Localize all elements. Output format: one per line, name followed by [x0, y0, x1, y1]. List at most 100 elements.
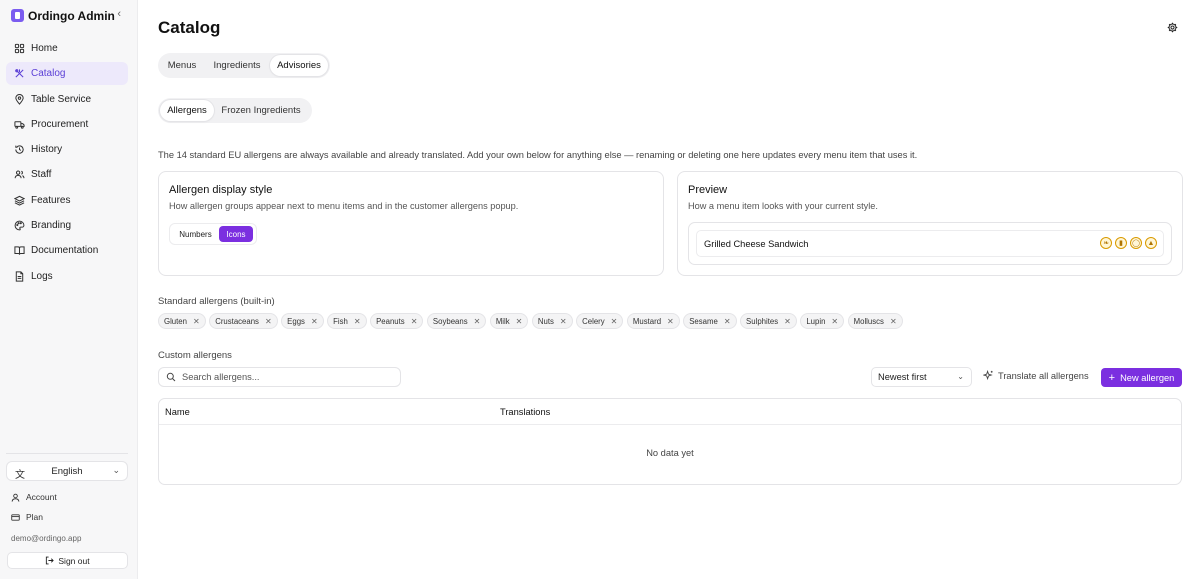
close-icon[interactable]: ✕	[411, 317, 418, 326]
search-input[interactable]	[182, 372, 382, 382]
home-icon	[14, 43, 25, 54]
user-icon	[11, 493, 20, 502]
allergen-name: Celery	[582, 316, 605, 326]
page-title: Catalog	[158, 18, 221, 37]
sign-out-label: Sign out	[58, 555, 90, 566]
new-allergen-button[interactable]: + New allergen	[1101, 368, 1182, 387]
egg-icon: ◯	[1130, 237, 1142, 249]
language-select[interactable]: 文 English ⌄	[6, 461, 128, 481]
allergen-chip: Mustard ✕	[626, 313, 680, 329]
sidebar-item-features[interactable]: Features	[6, 189, 128, 212]
close-icon[interactable]: ✕	[560, 317, 567, 326]
allergen-name: Molluscs	[853, 316, 884, 326]
close-icon[interactable]: ✕	[516, 317, 523, 326]
sidebar-item-label: Logs	[31, 270, 53, 282]
gear-icon	[1167, 22, 1177, 32]
close-icon[interactable]: ✕	[667, 317, 674, 326]
close-icon[interactable]: ✕	[193, 317, 200, 326]
intro-text: The 14 standard EU allergens are always …	[158, 150, 918, 160]
card-subtitle: How a menu item looks with your current …	[688, 201, 878, 211]
allergen-name: Sulphites	[746, 316, 779, 326]
sidebar-item-label: Procurement	[31, 118, 89, 130]
user-email: demo@ordingo.app	[11, 534, 82, 543]
column-header-name: Name	[165, 407, 190, 417]
sidebar-item-home[interactable]: Home	[6, 37, 128, 60]
close-icon[interactable]: ✕	[784, 317, 791, 326]
close-icon[interactable]: ✕	[311, 317, 318, 326]
wheat-icon: ❧	[1100, 237, 1112, 249]
sidebar-item-label: Catalog	[31, 68, 66, 80]
standard-allergen-chips: Gluten ✕ Crustaceans ✕ Eggs ✕ Fish ✕ Peanuts…	[158, 313, 903, 329]
log-out-icon	[46, 556, 55, 565]
tab-ingredients[interactable]: Ingredients	[204, 55, 270, 76]
language-value: English	[51, 465, 83, 477]
close-icon[interactable]: ✕	[724, 317, 731, 326]
allergen-name: Gluten	[164, 316, 187, 326]
sparkles-icon	[983, 370, 993, 381]
catalog-icon	[15, 69, 24, 78]
cheese-icon: ▲	[1145, 237, 1157, 249]
close-icon[interactable]: ✕	[611, 317, 618, 326]
plan-label: Plan	[26, 512, 44, 522]
allergen-name: Soybeans	[432, 316, 468, 326]
column-header-translations: Translations	[500, 407, 551, 417]
allergen-chip: Nuts ✕	[531, 313, 573, 329]
allergen-name: Eggs	[287, 316, 305, 326]
close-icon[interactable]: ✕	[890, 317, 897, 326]
translate-all-button[interactable]: Translate all allergens	[983, 370, 1089, 381]
allergen-icons: ❧ ▮ ◯ ▲	[1100, 237, 1157, 249]
subtab-allergens[interactable]: Allergens	[160, 100, 214, 121]
allergen-chip: Soybeans ✕	[426, 313, 487, 329]
milk-icon: ▮	[1115, 237, 1127, 249]
allergen-chip: Fish ✕	[327, 313, 367, 329]
divider	[6, 453, 128, 454]
card-title: Preview	[688, 184, 728, 196]
truck-icon	[14, 121, 25, 129]
allergen-name: Peanuts	[376, 316, 405, 326]
sidebar-item-history[interactable]: History	[6, 138, 128, 161]
preview-card: Preview How a menu item looks with your …	[677, 171, 1183, 276]
display-style-toggle: Numbers Icons	[169, 223, 257, 245]
new-allergen-label: New allergen	[1120, 372, 1175, 383]
close-icon[interactable]: ✕	[354, 317, 361, 326]
sidebar-item-label: Branding	[31, 220, 72, 232]
custom-allergens-label: Custom allergens	[158, 350, 232, 361]
close-icon[interactable]: ✕	[831, 317, 838, 326]
allergen-chip: Crustaceans ✕	[209, 313, 278, 329]
sidebar-item-catalog[interactable]: Catalog	[6, 62, 128, 86]
close-icon[interactable]: ✕	[474, 317, 481, 326]
tab-advisories[interactable]: Advisories	[270, 55, 328, 76]
allergen-name: Nuts	[537, 316, 554, 326]
brand: Ordingo Admin ‹	[11, 8, 127, 23]
sort-select[interactable]: Newest first ⌄	[871, 367, 972, 387]
allergen-chip: Peanuts ✕	[370, 313, 424, 329]
sidebar-item-logs[interactable]: Logs	[6, 265, 128, 288]
allergen-chip: Milk ✕	[489, 313, 529, 329]
close-icon[interactable]: ✕	[265, 317, 272, 326]
style-option-numbers[interactable]: Numbers	[172, 226, 219, 242]
sidebar-item-staff[interactable]: Staff	[6, 163, 128, 186]
custom-allergens-table: Name Translations No data yet	[158, 398, 1182, 485]
sidebar-item-procurement[interactable]: Procurement	[6, 113, 128, 136]
subtab-frozen-ingredients[interactable]: Frozen Ingredients	[214, 100, 308, 121]
sidebar-item-branding[interactable]: Branding	[6, 214, 128, 237]
sidebar-item-table-service[interactable]: Table Service	[6, 88, 128, 111]
sidebar-item-label: Features	[31, 194, 71, 206]
sign-out-button[interactable]: Sign out	[7, 552, 128, 569]
collapse-sidebar-icon[interactable]: ‹	[117, 8, 121, 20]
sidebar-item-label: Table Service	[31, 93, 92, 105]
account-link[interactable]: Account	[11, 490, 127, 504]
display-style-card: Allergen display style How allergen grou…	[158, 171, 664, 276]
allergen-name: Fish	[333, 316, 348, 326]
translate-all-label: Translate all allergens	[998, 370, 1089, 381]
translate-icon: 文	[15, 470, 25, 481]
app-name: Ordingo Admin	[28, 8, 115, 23]
allergen-chip: Eggs ✕	[281, 313, 324, 329]
style-option-icons[interactable]: Icons	[219, 226, 253, 242]
preview-box: Grilled Cheese Sandwich ❧ ▮ ◯ ▲	[688, 222, 1172, 265]
app-logo-icon	[11, 9, 24, 22]
sidebar-item-documentation[interactable]: Documentation	[6, 239, 128, 262]
tab-menus[interactable]: Menus	[160, 55, 204, 76]
settings-button[interactable]	[1163, 18, 1181, 36]
plan-link[interactable]: Plan	[11, 510, 127, 524]
